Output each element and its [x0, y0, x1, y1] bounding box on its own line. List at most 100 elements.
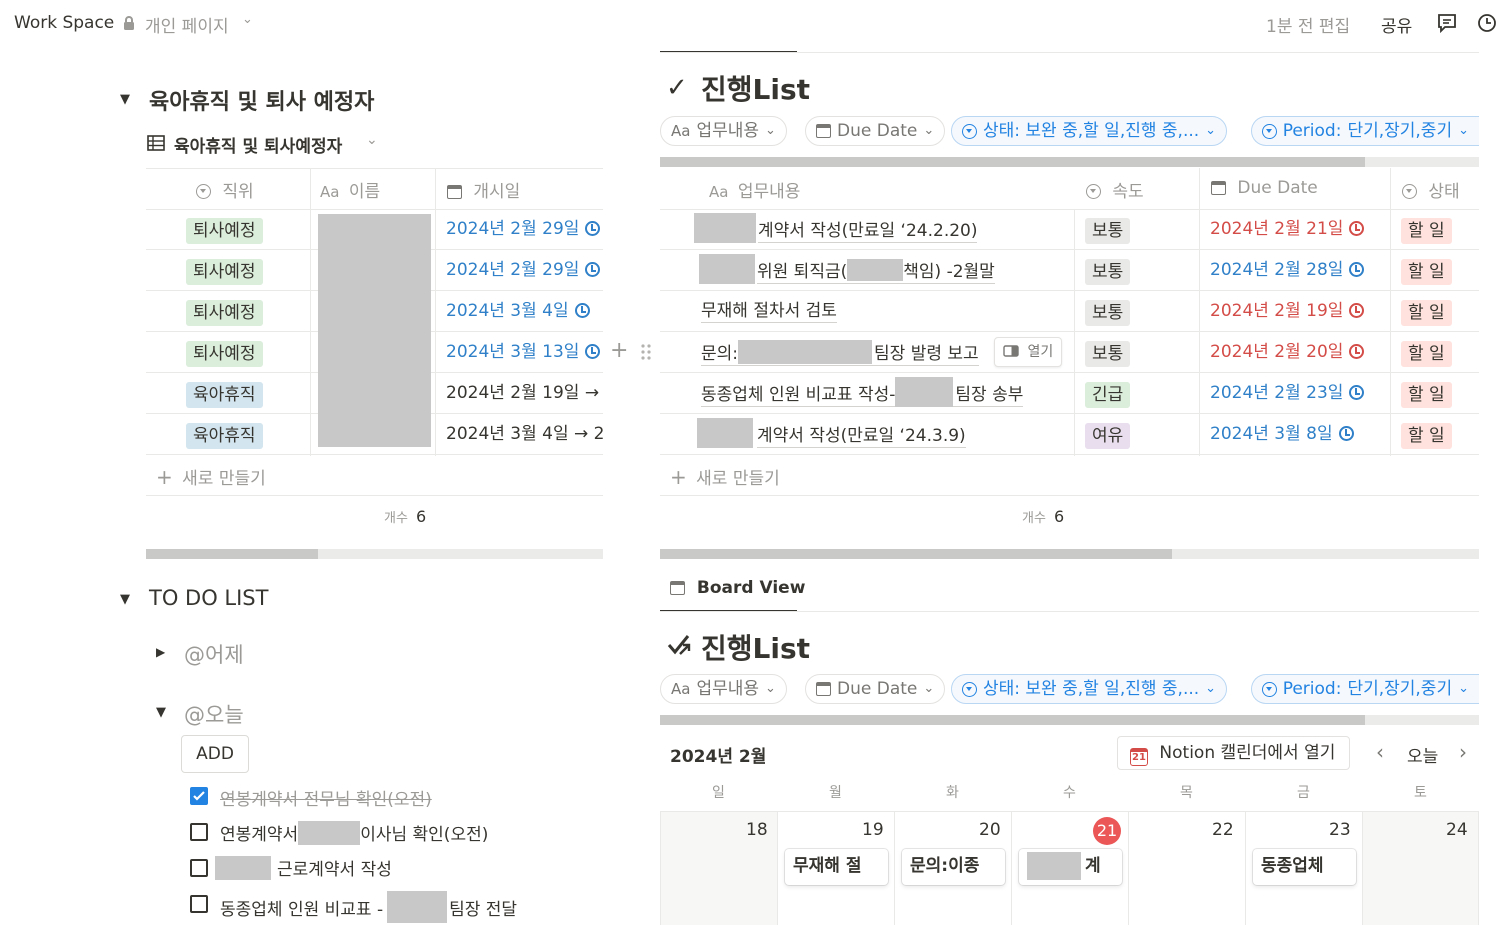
due-date-cell[interactable]: 2024년 2월 19일: [1210, 299, 1365, 323]
toggle-arrow-icon[interactable]: ▼: [156, 705, 166, 720]
toggle-arrow-icon[interactable]: ▶: [156, 645, 165, 659]
database-title[interactable]: 육아휴직 및 퇴사예정자: [174, 132, 342, 157]
database-title-progress[interactable]: 진행List: [701, 68, 810, 108]
today-mention[interactable]: @오늘: [184, 699, 244, 729]
todo-text[interactable]: 연봉계약서 이사님 확인(오전): [220, 820, 488, 845]
open-page-button[interactable]: 열기: [994, 337, 1063, 367]
speed-tag: 보통: [1085, 218, 1131, 244]
open-notion-calendar-button[interactable]: 21 Notion 캘린더에서 열기: [1117, 736, 1351, 770]
filter-due-date[interactable]: Due Date ⌄: [805, 674, 946, 704]
drag-handle-icon[interactable]: [640, 343, 652, 365]
add-button[interactable]: ADD: [181, 735, 249, 773]
due-date-cell[interactable]: 2024년 2월 20일: [1210, 340, 1365, 364]
updates-icon[interactable]: [1476, 12, 1496, 38]
horizontal-scrollbar[interactable]: [660, 715, 1479, 725]
add-row-plus-icon[interactable]: +: [610, 338, 628, 363]
date-cell[interactable]: 2024년 2월 29일: [446, 258, 601, 282]
page-scope[interactable]: 개인 페이지: [145, 12, 229, 37]
task-cell[interactable]: 무재해 절차서 검토: [701, 299, 837, 323]
due-date-cell[interactable]: 2024년 3월 8일: [1210, 422, 1354, 446]
column-header-name[interactable]: Aa 이름: [320, 177, 380, 202]
select-property-icon: [1086, 184, 1101, 199]
table-row[interactable]: 계약서 작성(만료일 ‘24.2.20) 보통 2024년 2월 21일 할 일: [660, 209, 1479, 250]
new-row-button[interactable]: + 새로 만들기: [156, 464, 266, 489]
chevron-down-icon[interactable]: ⌄: [242, 12, 253, 27]
horizontal-scrollbar[interactable]: [146, 549, 603, 559]
table-icon: [147, 135, 165, 155]
task-cell[interactable]: 동종업체 인원 비교표 작성- 팀장 송부: [701, 377, 1024, 407]
calendar-day-number: 20: [979, 820, 1001, 840]
workspace-breadcrumb[interactable]: Work Space: [14, 13, 114, 33]
calendar-event-card[interactable]: 문의:이종: [902, 849, 1005, 885]
calendar-event-card[interactable]: 동종업체: [1253, 849, 1356, 885]
date-cell[interactable]: 2024년 2월 29일: [446, 217, 601, 241]
toggle-arrow-icon[interactable]: ▼: [120, 592, 130, 607]
table-row[interactable]: 위원 퇴직금(책임) -2월말 보통 2024년 2월 28일 할 일: [660, 250, 1479, 291]
horizontal-scrollbar[interactable]: [660, 157, 1479, 167]
status-tag: 할 일: [1401, 341, 1452, 367]
column-header-speed[interactable]: 속도: [1086, 177, 1144, 202]
todo-text-done[interactable]: 연봉계약서 전무님 확인(오전): [220, 785, 432, 810]
filter-status[interactable]: 상태: 보완 중,할 일,진행 중,... ⌄: [951, 674, 1228, 704]
filter-due-date[interactable]: Due Date ⌄: [805, 116, 946, 146]
status-tag: 퇴사예정: [186, 300, 263, 326]
todo-text[interactable]: 근로계약서 작성: [215, 855, 392, 880]
todo-text[interactable]: 동종업체 인원 비교표 - 팀장 전달: [220, 891, 517, 923]
column-header-position[interactable]: 직위: [196, 177, 254, 202]
table-row[interactable]: 문의: 팀장 발령 보고 열기 보통 2024년 2월 20일 할 일: [660, 332, 1479, 373]
open-side-peek-icon: [1003, 345, 1019, 357]
redacted-text: [298, 821, 361, 845]
table-row[interactable]: 무재해 절차서 검토 보통 2024년 2월 19일 할 일: [660, 291, 1479, 332]
database-title-calendar[interactable]: 진행List: [701, 627, 810, 667]
speed-tag: 보통: [1085, 341, 1131, 367]
filter-period[interactable]: Period: 단기,장기,중기 ⌄: [1251, 116, 1479, 146]
chevron-right-icon[interactable]: ›: [1459, 740, 1467, 764]
left-table-rows: 퇴사예정 2024년 2월 29일 퇴사예정 2024년 2월 29일 퇴사예정…: [146, 209, 603, 456]
toggle-arrow-icon[interactable]: ▼: [120, 92, 130, 107]
table-row[interactable]: 동종업체 인원 비교표 작성- 팀장 송부 긴급 2024년 2월 23일 할 일: [660, 373, 1479, 414]
todo-checkbox[interactable]: [190, 823, 208, 841]
task-cell[interactable]: 문의: 팀장 발령 보고: [701, 340, 979, 366]
column-header-task[interactable]: Aa 업무내용: [709, 177, 800, 202]
chevron-down-icon[interactable]: ⌄: [366, 132, 378, 148]
section-title-leave: 육아휴직 및 퇴사 예정자: [149, 90, 375, 115]
comment-icon[interactable]: [1436, 12, 1458, 38]
due-date-cell[interactable]: 2024년 2월 28일: [1210, 258, 1365, 282]
task-cell[interactable]: 계약서 작성(만료일 ‘24.2.20): [694, 213, 978, 243]
redacted-text: [1027, 852, 1081, 880]
board-view-tab[interactable]: Board View: [670, 578, 805, 598]
filter-status[interactable]: 상태: 보완 중,할 일,진행 중,... ⌄: [951, 116, 1228, 146]
date-cell[interactable]: 2024년 2월 19일 → 2: [446, 381, 603, 405]
column-header-start-date[interactable]: 개시일: [447, 177, 520, 202]
share-button[interactable]: 공유: [1381, 12, 1412, 37]
due-date-cell[interactable]: 2024년 2월 21일: [1210, 217, 1365, 241]
calendar-event-card[interactable]: 계: [1019, 849, 1122, 885]
column-header-status[interactable]: 상태: [1402, 177, 1460, 202]
column-header-due-date[interactable]: Due Date: [1211, 178, 1318, 198]
today-button[interactable]: 오늘: [1407, 742, 1438, 767]
redacted-text: [215, 856, 271, 880]
date-cell[interactable]: 2024년 3월 13일: [446, 340, 601, 364]
yesterday-mention[interactable]: @어제: [184, 639, 244, 669]
calendar-event-card[interactable]: 무재해 절: [785, 849, 888, 885]
table-row[interactable]: 계약서 작성(만료일 ‘24.3.9) 여유 2024년 3월 8일 할 일: [660, 414, 1479, 455]
date-property-icon: [447, 185, 462, 199]
filter-period[interactable]: Period: 단기,장기,중기 ⌄: [1251, 674, 1479, 704]
redacted-text: [697, 418, 753, 448]
todo-checkbox[interactable]: [190, 787, 208, 805]
task-cell[interactable]: 계약서 작성(만료일 ‘24.3.9): [697, 418, 966, 448]
new-row-button[interactable]: + 새로 만들기: [670, 464, 780, 489]
chevron-left-icon[interactable]: ‹: [1376, 740, 1384, 764]
filter-task[interactable]: Aa 업무내용 ⌄: [660, 116, 787, 146]
date-cell[interactable]: 2024년 3월 4일: [446, 299, 590, 323]
calendar-day-number: 24: [1446, 820, 1468, 840]
due-date-cell[interactable]: 2024년 2월 23일: [1210, 381, 1365, 405]
horizontal-scrollbar[interactable]: [660, 549, 1479, 559]
alarm-icon: [1338, 426, 1354, 441]
todo-checkbox[interactable]: [190, 859, 208, 877]
todo-checkbox[interactable]: [190, 895, 208, 913]
task-cell[interactable]: 위원 퇴직금(책임) -2월말: [699, 254, 995, 284]
date-cell[interactable]: 2024년 3월 4일 → 20: [446, 422, 603, 446]
filter-task[interactable]: Aa 업무내용 ⌄: [660, 674, 787, 704]
status-tag: 할 일: [1401, 259, 1452, 285]
